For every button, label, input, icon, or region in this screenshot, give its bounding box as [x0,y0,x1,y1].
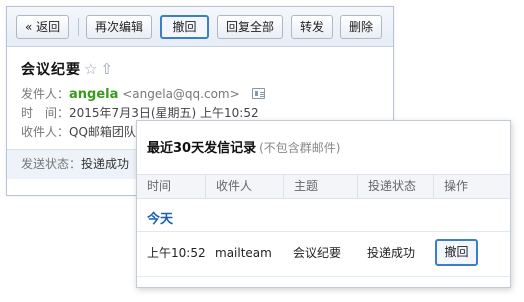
star-icon[interactable]: ☆ [84,62,97,77]
status-label: 发送状态： [21,157,82,171]
mail-subject: 会议纪要 [21,62,81,78]
recipient-line: 收件人：QQ邮箱团队 [21,123,136,140]
popup-title-note: (不包含群邮件) [259,141,341,155]
column-header-time: 时间 [147,179,172,193]
row-time: 上午10:52 [147,246,206,260]
subject-row: 会议纪要 ☆ ⇧ [21,59,113,79]
edit-again-button[interactable]: 再次编辑 [86,15,153,39]
table-header: 时间 收件人 主题 投递状态 操作 [137,174,510,199]
sender-name[interactable]: angela [69,87,118,102]
recipient-value[interactable]: QQ邮箱团队 [69,125,136,139]
status-value[interactable]: 投递成功 [81,157,129,171]
column-header-action: 操作 [433,175,512,198]
mail-toolbar: « 返回 再次编辑 撤回 回复全部 转发 删除 [7,7,393,47]
toolbar-divider [78,18,79,36]
contact-card-icon[interactable] [251,88,265,99]
sender-email: <angela@qq.com> [122,87,240,101]
row-recall-button[interactable]: 撤回 [435,239,478,266]
table-row: 上午10:52 mailteam 会议纪要 投递成功 撤回 [137,232,510,276]
divider [137,276,510,277]
row-status: 投递成功 [367,246,416,260]
row-subject: 会议纪要 [293,246,342,260]
popup-title-text: 最近30天发信记录 [147,141,257,156]
sent-records-popup: 最近30天发信记录 (不包含群邮件) 时间 收件人 主题 投递状态 操作 今天 上… [136,120,511,288]
column-header-subject: 主题 [283,175,357,198]
popup-title: 最近30天发信记录 (不包含群邮件) [147,137,340,156]
recall-button[interactable]: 撤回 [160,15,209,39]
time-line: 时 间：2015年7月3日(星期五) 上午10:52 [21,104,259,121]
column-header-recipient: 收件人 [205,175,283,198]
sender-label: 发件人： [21,87,70,101]
time-label: 时 间： [21,106,70,120]
flag-icon[interactable]: ⇧ [100,62,113,77]
row-recipient: mailteam [215,246,272,260]
forward-button[interactable]: 转发 [291,15,334,39]
delete-button[interactable]: 删除 [340,15,383,39]
recipient-label: 收件人： [21,125,70,139]
reply-all-button[interactable]: 回复全部 [217,15,284,39]
group-label-today: 今天 [147,212,174,227]
sender-line: 发件人：angela <angela@qq.com> [21,85,265,102]
back-button[interactable]: « 返回 [16,15,70,39]
column-header-status: 投递状态 [357,175,433,198]
time-value: 2015年7月3日(星期五) 上午10:52 [69,106,259,120]
